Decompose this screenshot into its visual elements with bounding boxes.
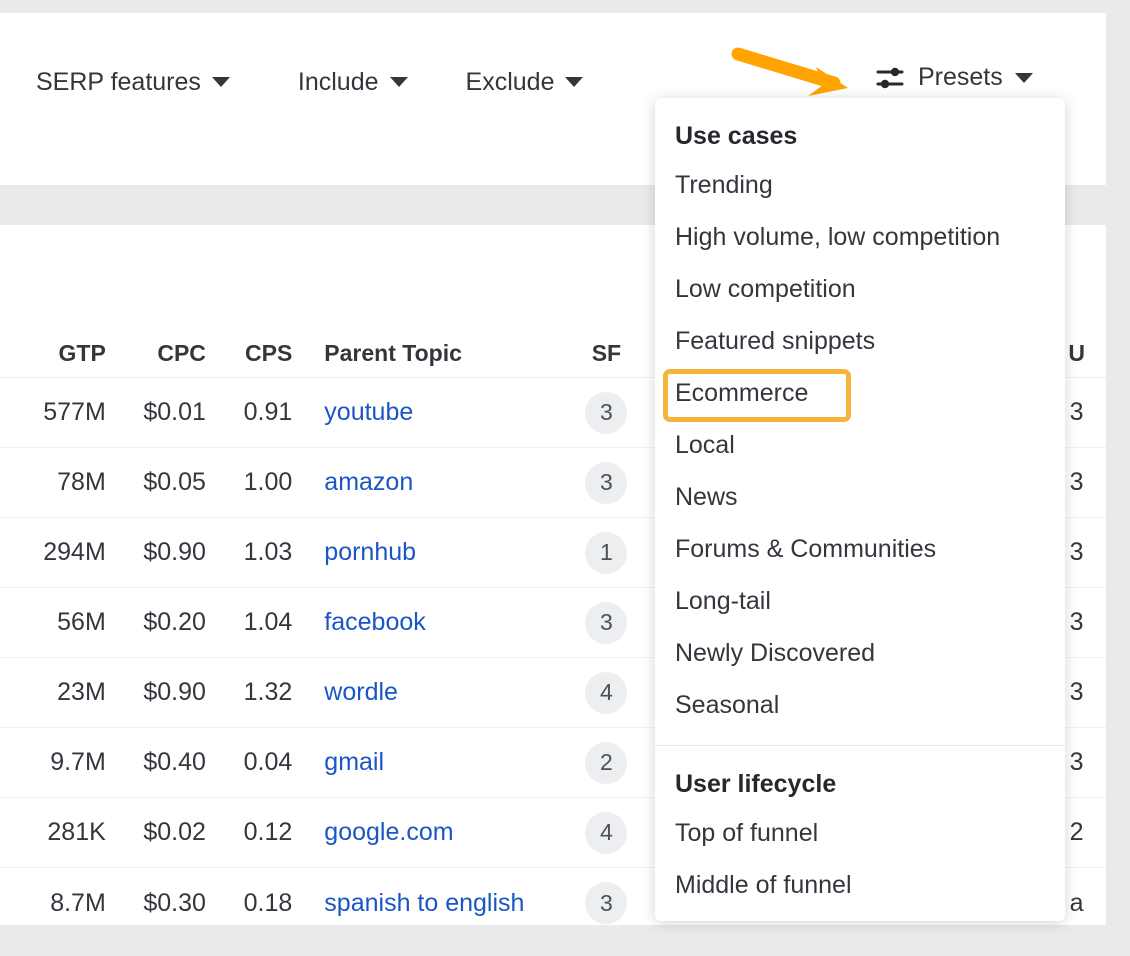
- sf-badge: 3: [585, 392, 627, 434]
- cell-cpc: $0.05: [116, 468, 214, 497]
- chevron-down-icon: [212, 77, 230, 87]
- cell-gtp: 23M: [0, 678, 116, 707]
- parent-topic-link[interactable]: google.com: [324, 818, 453, 846]
- cell-sf: 3: [557, 462, 655, 504]
- annotation-arrow-icon: [730, 41, 865, 101]
- include-label: Include: [298, 68, 379, 97]
- sf-badge: 2: [585, 742, 627, 784]
- dropdown-items-use-cases: TrendingHigh volume, low competitionLow …: [655, 159, 1065, 731]
- dropdown-item-middle-of-funnel[interactable]: Middle of funnel: [655, 859, 1065, 911]
- cell-cps: 1.00: [214, 468, 302, 497]
- dropdown-section-title: Use cases: [655, 98, 1065, 159]
- column-header-parent-topic[interactable]: Parent Topic: [302, 340, 557, 367]
- cell-sf: 4: [557, 672, 655, 714]
- exclude-filter-button[interactable]: Exclude: [466, 68, 584, 97]
- cell-parent-topic[interactable]: wordle: [302, 678, 557, 707]
- cell-sf: 3: [557, 882, 655, 924]
- cell-cps: 0.18: [214, 889, 302, 918]
- chevron-down-icon: [565, 77, 583, 87]
- dropdown-items-user-lifecycle: Top of funnelMiddle of funnel: [655, 807, 1065, 911]
- cell-gtp: 294M: [0, 538, 116, 567]
- column-header-cpc[interactable]: CPC: [116, 340, 214, 367]
- cell-gtp: 78M: [0, 468, 116, 497]
- sf-badge: 1: [585, 532, 627, 574]
- chevron-down-icon: [1015, 73, 1033, 83]
- sf-badge: 4: [585, 672, 627, 714]
- cell-cpc: $0.01: [116, 398, 214, 427]
- dropdown-item-forums-communities[interactable]: Forums & Communities: [655, 523, 1065, 575]
- app-screen: SERP features Include Exclude: [0, 0, 1130, 956]
- include-filter-button[interactable]: Include: [298, 68, 408, 97]
- cell-sf: 4: [557, 812, 655, 854]
- dropdown-item-ecommerce[interactable]: Ecommerce: [655, 367, 1065, 419]
- cell-cpc: $0.30: [116, 889, 214, 918]
- dropdown-section-use-cases: Use cases TrendingHigh volume, low compe…: [655, 98, 1065, 731]
- cell-parent-topic[interactable]: amazon: [302, 468, 557, 497]
- dropdown-item-local[interactable]: Local: [655, 419, 1065, 471]
- exclude-label: Exclude: [466, 68, 555, 97]
- cell-cpc: $0.20: [116, 608, 214, 637]
- sf-badge: 3: [585, 882, 627, 924]
- cell-gtp: 9.7M: [0, 748, 116, 777]
- dropdown-item-low-competition[interactable]: Low competition: [655, 263, 1065, 315]
- column-header-gtp[interactable]: GTP: [0, 340, 116, 367]
- dropdown-item-long-tail[interactable]: Long-tail: [655, 575, 1065, 627]
- filter-buttons-row: SERP features Include Exclude: [0, 55, 583, 109]
- cell-sf: 3: [557, 392, 655, 434]
- chevron-down-icon: [390, 77, 408, 87]
- parent-topic-link[interactable]: youtube: [324, 398, 413, 426]
- dropdown-item-seasonal[interactable]: Seasonal: [655, 679, 1065, 731]
- cell-cps: 0.12: [214, 818, 302, 847]
- parent-topic-link[interactable]: pornhub: [324, 538, 416, 566]
- column-header-cps[interactable]: CPS: [214, 340, 302, 367]
- cell-parent-topic[interactable]: facebook: [302, 608, 557, 637]
- sf-badge: 4: [585, 812, 627, 854]
- cell-gtp: 577M: [0, 398, 116, 427]
- serp-features-filter-button[interactable]: SERP features: [36, 68, 230, 97]
- parent-topic-link[interactable]: gmail: [324, 748, 384, 776]
- dropdown-item-news[interactable]: News: [655, 471, 1065, 523]
- cell-cps: 1.03: [214, 538, 302, 567]
- dropdown-section-title: User lifecycle: [655, 746, 1065, 807]
- cell-cpc: $0.90: [116, 538, 214, 567]
- cell-sf: 1: [557, 532, 655, 574]
- serp-features-label: SERP features: [36, 68, 201, 97]
- dropdown-item-newly-discovered[interactable]: Newly Discovered: [655, 627, 1065, 679]
- cell-parent-topic[interactable]: spanish to english: [302, 889, 557, 918]
- dropdown-item-featured-snippets[interactable]: Featured snippets: [655, 315, 1065, 367]
- cell-cpc: $0.40: [116, 748, 214, 777]
- cell-gtp: 8.7M: [0, 889, 116, 918]
- parent-topic-link[interactable]: amazon: [324, 468, 413, 496]
- presets-label: Presets: [918, 63, 1003, 92]
- cell-parent-topic[interactable]: pornhub: [302, 538, 557, 567]
- cell-parent-topic[interactable]: gmail: [302, 748, 557, 777]
- cell-gtp: 56M: [0, 608, 116, 637]
- sliders-icon: [876, 64, 906, 92]
- presets-dropdown-menu[interactable]: Use cases TrendingHigh volume, low compe…: [655, 98, 1065, 921]
- dropdown-item-high-volume-low-competition[interactable]: High volume, low competition: [655, 211, 1065, 263]
- cell-parent-topic[interactable]: google.com: [302, 818, 557, 847]
- parent-topic-link[interactable]: facebook: [324, 608, 425, 636]
- sf-badge: 3: [585, 602, 627, 644]
- cell-parent-topic[interactable]: youtube: [302, 398, 557, 427]
- cell-cps: 0.04: [214, 748, 302, 777]
- presets-button[interactable]: Presets: [876, 63, 1033, 92]
- cell-cpc: $0.02: [116, 818, 214, 847]
- right-gutter: [1106, 0, 1130, 956]
- parent-topic-link[interactable]: spanish to english: [324, 889, 524, 917]
- dropdown-item-trending[interactable]: Trending: [655, 159, 1065, 211]
- cell-cps: 1.32: [214, 678, 302, 707]
- bottom-gutter: [0, 925, 1106, 956]
- dropdown-section-user-lifecycle: User lifecycle Top of funnelMiddle of fu…: [655, 746, 1065, 911]
- cell-cps: 1.04: [214, 608, 302, 637]
- cell-sf: 2: [557, 742, 655, 784]
- cell-cps: 0.91: [214, 398, 302, 427]
- cell-gtp: 281K: [0, 818, 116, 847]
- cell-sf: 3: [557, 602, 655, 644]
- parent-topic-link[interactable]: wordle: [324, 678, 398, 706]
- cell-cpc: $0.90: [116, 678, 214, 707]
- column-header-sf[interactable]: SF: [557, 340, 655, 367]
- sf-badge: 3: [585, 462, 627, 504]
- dropdown-item-top-of-funnel[interactable]: Top of funnel: [655, 807, 1065, 859]
